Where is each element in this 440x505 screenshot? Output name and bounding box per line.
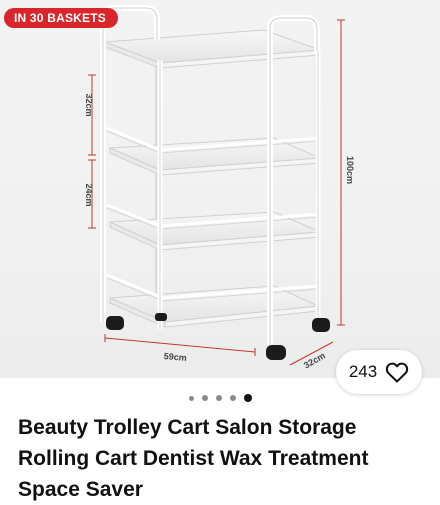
dim-label-32cm-depth: 32cm	[302, 350, 327, 370]
shelf-1	[104, 29, 321, 69]
dim-label-32cm: 32cm	[84, 93, 94, 116]
carousel-dot[interactable]	[229, 395, 236, 401]
dim-label-100cm: 100cm	[345, 156, 355, 184]
carousel-indicator	[0, 393, 440, 403]
heart-icon	[386, 362, 409, 383]
basket-count-badge: IN 30 BASKETS	[4, 8, 118, 28]
dim-label-59cm: 59cm	[163, 351, 187, 363]
carousel-dot[interactable]	[215, 395, 222, 401]
like-button[interactable]: 243	[336, 350, 422, 394]
carousel-dot[interactable]	[188, 395, 194, 401]
trolley-cart-illustration: 32cm 24cm 100cm 59cm 32cm	[84, 5, 355, 370]
like-count: 243	[348, 362, 378, 381]
carousel-dot-active[interactable]	[243, 394, 252, 402]
carousel-dot[interactable]	[201, 395, 208, 401]
product-image[interactable]: 32cm 24cm 100cm 59cm 32cm IN 30 BASKETS	[0, 0, 440, 378]
dim-label-24cm: 24cm	[84, 183, 94, 206]
product-title: Beauty Trolley Cart Salon Storage Rollin…	[18, 416, 369, 501]
